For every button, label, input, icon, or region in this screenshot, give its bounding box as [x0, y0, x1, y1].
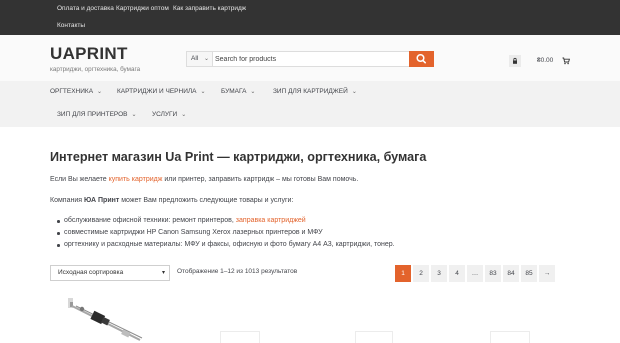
offer-paragraph: Компания ЮА Принт может Вам предложить с… — [50, 197, 293, 204]
chevron-down-icon: ⌄ — [97, 89, 103, 95]
list-item: совместимые картриджи HP Canon Samsung X… — [57, 227, 395, 239]
page-link-2[interactable]: 2 — [413, 265, 429, 282]
nav-item-paper[interactable]: БУМАГА ⌄ — [221, 88, 255, 95]
nav-item-office-equipment[interactable]: ОРГТЕХНИКА ⌄ — [50, 88, 102, 95]
nav-item-label: КАРТРИДЖИ И ЧЕРНИЛА — [117, 88, 197, 95]
page-link-3[interactable]: 3 — [431, 265, 447, 282]
topbar-link-contacts[interactable]: Контакты — [57, 22, 85, 29]
search-category-value: All — [191, 55, 199, 62]
sort-select-value: Исходная сортировка — [58, 269, 124, 276]
intro-text-after: или принтер, заправить картридж – мы гот… — [162, 176, 359, 183]
offer-text-before: Компания — [50, 197, 84, 204]
search-button[interactable] — [409, 51, 434, 67]
offer-text-after: может Вам предложить следующие товары и … — [119, 197, 294, 204]
intro-text-before: Если Вы желаете — [50, 176, 109, 183]
cart-icon[interactable] — [562, 57, 570, 65]
list-item-text: оргтехнику и расходные материалы: МФУ и … — [64, 241, 395, 248]
chevron-down-icon: ⌄ — [200, 89, 206, 95]
nav-item-cartridges[interactable]: КАРТРИДЖИ И ЧЕРНИЛА ⌄ — [117, 88, 206, 95]
product-card-placeholder[interactable] — [220, 331, 260, 343]
search-icon — [416, 53, 427, 64]
buy-cartridge-link[interactable]: купить картридж — [109, 176, 163, 183]
cartridge-refill-link[interactable]: заправка картриджей — [236, 217, 306, 224]
sort-select[interactable]: Исходная сортировка ▾ — [50, 265, 170, 281]
product-card-placeholder[interactable] — [490, 331, 530, 343]
list-item: оргтехнику и расходные материалы: МФУ и … — [57, 239, 395, 251]
nav-item-label: ОРГТЕХНИКА — [50, 88, 94, 95]
page-ellipsis: … — [467, 265, 483, 282]
nav-item-services[interactable]: УСЛУГИ ⌄ — [152, 111, 186, 118]
chevron-down-icon: ⌄ — [351, 89, 357, 95]
product-image-printer-part[interactable] — [62, 296, 152, 343]
page-next-button[interactable]: → — [539, 265, 555, 282]
chevron-down-icon: ⌄ — [181, 112, 187, 118]
services-list: обслуживание офисной техники: ремонт при… — [57, 215, 395, 251]
list-item-text: обслуживание офисной техники: ремонт при… — [64, 217, 236, 224]
topbar-link-refill[interactable]: Как заправить картридж — [173, 5, 246, 12]
product-search: All ⌄ — [186, 51, 434, 67]
account-button[interactable] — [509, 55, 521, 67]
company-name: ЮА Принт — [83, 197, 120, 204]
nav-item-label: ЗИП ДЛЯ ПРИНТЕРОВ — [57, 111, 128, 118]
product-card-placeholder[interactable] — [355, 331, 393, 343]
search-category-select[interactable]: All ⌄ — [187, 52, 213, 66]
nav-item-label: БУМАГА — [221, 88, 247, 95]
result-count: Отображение 1–12 из 1013 результатов — [177, 268, 298, 275]
chevron-down-icon: ⌄ — [131, 112, 137, 118]
nav-item-label: УСЛУГИ — [152, 111, 178, 118]
top-bar: Оплата и доставка Картриджи оптом Как за… — [0, 0, 620, 35]
list-item: обслуживание офисной техники: ремонт при… — [57, 215, 395, 227]
site-tagline: картриджи, оргтехника, бумага — [50, 66, 141, 73]
page-link-1[interactable]: 1 — [395, 265, 411, 282]
search-input[interactable] — [215, 53, 407, 65]
page-link-4[interactable]: 4 — [449, 265, 465, 282]
main-navigation: ОРГТЕХНИКА ⌄ КАРТРИДЖИ И ЧЕРНИЛА ⌄ БУМАГА ⌄… — [0, 81, 620, 127]
intro-paragraph: Если Вы желаете купить картридж или прин… — [50, 176, 358, 183]
page-title: Интернет магазин Ua Print — картриджи, о… — [50, 150, 427, 164]
page-link-83[interactable]: 83 — [485, 265, 501, 282]
site-header: UAPRINT картриджи, оргтехника, бумага Al… — [0, 35, 620, 81]
site-logo[interactable]: UAPRINT — [50, 44, 128, 64]
page-link-85[interactable]: 85 — [521, 265, 537, 282]
chevron-down-icon: ⌄ — [250, 89, 256, 95]
nav-item-label: ЗИП ДЛЯ КАРТРИДЖЕЙ — [273, 88, 348, 95]
lock-icon — [513, 57, 517, 64]
page-link-84[interactable]: 84 — [503, 265, 519, 282]
chevron-down-icon: ▾ — [161, 270, 165, 276]
nav-item-printer-parts[interactable]: ЗИП ДЛЯ ПРИНТЕРОВ ⌄ — [57, 111, 137, 118]
chevron-down-icon: ⌄ — [203, 56, 209, 62]
list-item-text: совместимые картриджи HP Canon Samsung X… — [64, 229, 323, 236]
cart-total[interactable]: ₴0.00 — [537, 57, 553, 64]
topbar-link-wholesale[interactable]: Картриджи оптом — [116, 5, 169, 12]
nav-item-cartridge-parts[interactable]: ЗИП ДЛЯ КАРТРИДЖЕЙ ⌄ — [273, 88, 357, 95]
topbar-link-delivery[interactable]: Оплата и доставка — [57, 5, 114, 12]
